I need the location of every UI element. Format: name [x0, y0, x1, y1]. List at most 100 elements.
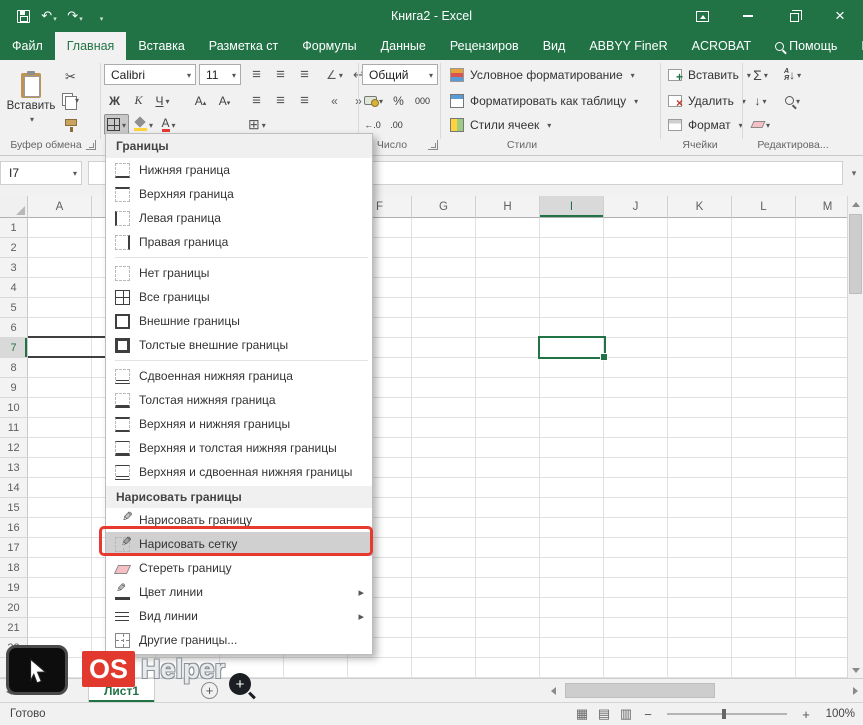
cell-A14[interactable]	[28, 478, 92, 498]
cell-K18[interactable]	[668, 558, 732, 578]
decrease-decimal-button[interactable]: .00	[386, 114, 407, 135]
cell-J9[interactable]	[604, 378, 668, 398]
cell-H5[interactable]	[476, 298, 540, 318]
row-header-6[interactable]: 6	[0, 318, 28, 338]
cell-A16[interactable]	[28, 518, 92, 538]
cell-I20[interactable]	[540, 598, 604, 618]
cell-G22[interactable]	[412, 638, 476, 658]
cell-K22[interactable]	[668, 638, 732, 658]
cell-styles-button[interactable]: Стили ячеек	[450, 114, 551, 136]
minimize-button[interactable]	[725, 0, 771, 32]
cell-G12[interactable]	[412, 438, 476, 458]
decrease-indent-button[interactable]	[324, 90, 345, 111]
horizontal-scroll-track[interactable]	[561, 679, 847, 702]
cell-I1[interactable]	[540, 218, 604, 238]
menu-item-border-all[interactable]: Все границы	[106, 285, 372, 309]
cell-G13[interactable]	[412, 458, 476, 478]
cell-H15[interactable]	[476, 498, 540, 518]
clear-button[interactable]	[750, 114, 772, 135]
cell-A19[interactable]	[28, 578, 92, 598]
vertical-scrollbar[interactable]	[847, 196, 863, 678]
row-header-5[interactable]: 5	[0, 298, 28, 318]
cell-J14[interactable]	[604, 478, 668, 498]
zoom-slider-thumb[interactable]	[722, 709, 726, 719]
cell-H20[interactable]	[476, 598, 540, 618]
cell-L8[interactable]	[732, 358, 796, 378]
cell-G19[interactable]	[412, 578, 476, 598]
format-cells-button[interactable]: Формат	[668, 114, 743, 136]
row-header-19[interactable]: 19	[0, 578, 28, 598]
cell-A13[interactable]	[28, 458, 92, 478]
font-color-button[interactable]: А	[158, 114, 179, 135]
cell-L3[interactable]	[732, 258, 796, 278]
cell-L11[interactable]	[732, 418, 796, 438]
cell-L13[interactable]	[732, 458, 796, 478]
menu-item-border-left[interactable]: Левая граница	[106, 206, 372, 230]
cell-G21[interactable]	[412, 618, 476, 638]
cell-J3[interactable]	[604, 258, 668, 278]
cell-A21[interactable]	[28, 618, 92, 638]
format-as-table-button[interactable]: Форматировать как таблицу	[450, 90, 638, 112]
cell-K3[interactable]	[668, 258, 732, 278]
cell-I4[interactable]	[540, 278, 604, 298]
zoom-in-button[interactable]	[797, 707, 815, 722]
cell-K20[interactable]	[668, 598, 732, 618]
cell-J21[interactable]	[604, 618, 668, 638]
cell-A15[interactable]	[28, 498, 92, 518]
tab-help[interactable]: Помощь	[763, 32, 849, 60]
cell-J6[interactable]	[604, 318, 668, 338]
cell-G23[interactable]	[412, 658, 476, 678]
horizontal-scrollbar[interactable]	[545, 679, 863, 702]
cell-K14[interactable]	[668, 478, 732, 498]
paste-button[interactable]: Вставить	[5, 63, 57, 135]
tab-file[interactable]: Файл	[0, 32, 55, 60]
cell-F23[interactable]	[348, 658, 412, 678]
menu-item-border-thick-bottom[interactable]: Толстая нижняя граница	[106, 388, 372, 412]
scroll-left-button[interactable]	[545, 679, 561, 702]
zoom-out-button[interactable]	[639, 707, 657, 722]
column-header-K[interactable]: K	[668, 196, 732, 218]
cell-E23[interactable]	[284, 658, 348, 678]
cell-K23[interactable]	[668, 658, 732, 678]
cell-J22[interactable]	[604, 638, 668, 658]
insert-cells-button[interactable]: Вставить	[668, 64, 751, 86]
cell-I2[interactable]	[540, 238, 604, 258]
cell-L9[interactable]	[732, 378, 796, 398]
grow-font-button[interactable]: А	[190, 90, 211, 111]
menu-item-erase-border[interactable]: Стереть границу	[106, 556, 372, 580]
cell-L17[interactable]	[732, 538, 796, 558]
menu-item-border-top-bottom[interactable]: Верхняя и нижняя границы	[106, 412, 372, 436]
cell-L20[interactable]	[732, 598, 796, 618]
row-header-9[interactable]: 9	[0, 378, 28, 398]
fill-color-button[interactable]	[132, 114, 155, 135]
scroll-down-button[interactable]	[848, 662, 863, 678]
cell-L2[interactable]	[732, 238, 796, 258]
row-header-4[interactable]: 4	[0, 278, 28, 298]
cell-G5[interactable]	[412, 298, 476, 318]
cell-L4[interactable]	[732, 278, 796, 298]
cell-K9[interactable]	[668, 378, 732, 398]
row-header-7[interactable]: 7	[0, 338, 28, 358]
column-header-I[interactable]: I	[540, 196, 604, 218]
copy-button[interactable]	[60, 89, 81, 110]
cell-J20[interactable]	[604, 598, 668, 618]
tab-formuly[interactable]: Формулы	[290, 32, 368, 60]
cell-A8[interactable]	[28, 358, 92, 378]
menu-item-border-bottom[interactable]: Нижняя граница	[106, 158, 372, 182]
cell-G10[interactable]	[412, 398, 476, 418]
menu-item-border-outside[interactable]: Внешние границы	[106, 309, 372, 333]
cell-G15[interactable]	[412, 498, 476, 518]
cell-K5[interactable]	[668, 298, 732, 318]
cell-H9[interactable]	[476, 378, 540, 398]
cut-button[interactable]	[60, 66, 81, 87]
cell-K16[interactable]	[668, 518, 732, 538]
cell-K15[interactable]	[668, 498, 732, 518]
number-format-combo[interactable]: Общий	[362, 64, 438, 85]
cell-H4[interactable]	[476, 278, 540, 298]
cell-J23[interactable]	[604, 658, 668, 678]
cell-H13[interactable]	[476, 458, 540, 478]
cell-J8[interactable]	[604, 358, 668, 378]
row-header-18[interactable]: 18	[0, 558, 28, 578]
cell-G2[interactable]	[412, 238, 476, 258]
column-header-G[interactable]: G	[412, 196, 476, 218]
